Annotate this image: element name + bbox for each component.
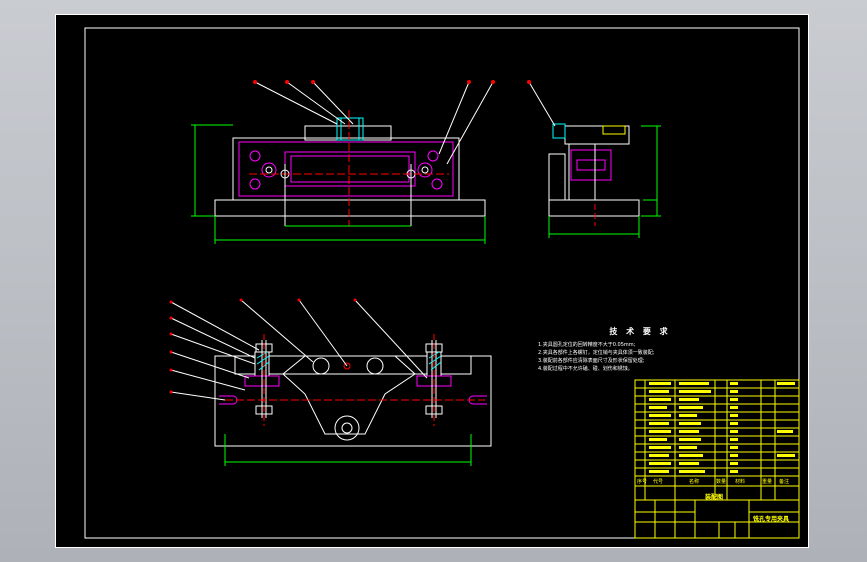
- column-seq: 序号: [637, 479, 648, 485]
- column-weight: 重量: [762, 479, 773, 485]
- side-view: [527, 80, 661, 238]
- drawing-sheet: 技 术 要 求 1.夹具圆孔定位的回转精度不大于0.05mm; 2.夹具各部件上…: [55, 14, 809, 548]
- column-remark: 备注: [779, 479, 790, 485]
- tech-requirement-item: 2.夹具各部件上各螺钉，定位销与夹具体须一致装配;: [538, 350, 655, 356]
- cad-drawing-canvas: [55, 14, 809, 548]
- column-material: 材料: [735, 479, 746, 485]
- front-view: [191, 80, 495, 244]
- clamp-plate: [238, 141, 454, 197]
- tech-requirements-title: 技 术 要 求: [609, 327, 671, 336]
- column-qty: 数量: [716, 479, 727, 485]
- slot: [284, 151, 416, 187]
- assembly-label: 装配图: [705, 494, 724, 501]
- section-view: [169, 298, 492, 466]
- tech-requirement-item: 1.夹具圆孔定位的回转精度不大于0.05mm;: [538, 342, 636, 348]
- body-block: [232, 137, 460, 201]
- tech-requirement-item: 3.装配前各部件应清除表面尺寸及形状保留处理;: [538, 358, 645, 364]
- tech-requirement-item: 4.装配过程中不允许磕、碰、划伤和锈蚀。: [538, 366, 633, 372]
- drawing-name: 铣孔专用夹具: [753, 516, 790, 523]
- column-name: 名称: [689, 479, 700, 485]
- column-code: 代号: [653, 479, 664, 485]
- base-plate: [214, 199, 486, 217]
